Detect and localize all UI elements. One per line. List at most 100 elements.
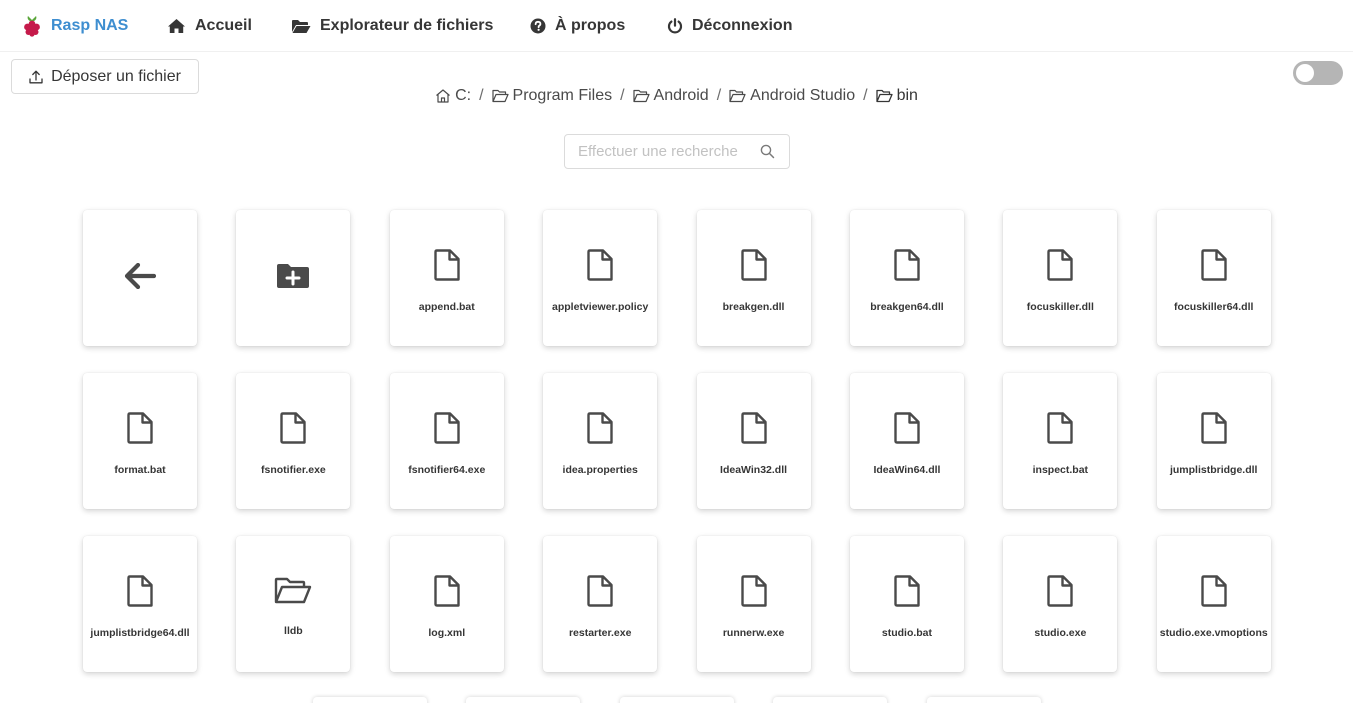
breadcrumb: C: / Program Files / Android / Android S… [0, 84, 1353, 108]
file-icon [894, 575, 920, 612]
breadcrumb-label: C: [455, 87, 472, 104]
file-icon [894, 249, 920, 286]
breadcrumb-item-android-studio[interactable]: Android Studio [729, 87, 855, 105]
file-icon [587, 249, 613, 286]
file-card[interactable]: log.xml [389, 536, 504, 672]
search-input[interactable] [565, 135, 750, 168]
breadcrumb-separator: / [620, 87, 625, 104]
file-card[interactable]: jumplistbridge.dll [1156, 373, 1271, 509]
file-icon [587, 575, 613, 612]
home-icon [436, 89, 450, 103]
file-card[interactable]: format.bat [83, 373, 197, 509]
file-name: format.bat [114, 464, 166, 476]
file-card[interactable] [927, 697, 1041, 703]
file-card[interactable]: breakgen.dll [696, 210, 811, 346]
file-name: fsnotifier64.exe [408, 464, 486, 476]
file-name: appletviewer.policy [552, 301, 649, 313]
folder-card[interactable]: lldb [236, 536, 351, 672]
file-icon [894, 412, 920, 449]
nav-home[interactable]: Accueil [167, 0, 252, 52]
file-card[interactable]: IdeaWin64.dll [849, 373, 964, 509]
file-name: IdeaWin64.dll [873, 464, 941, 476]
file-card[interactable]: focuskiller.dll [1003, 210, 1118, 346]
nav-brand[interactable]: Rasp NAS [22, 0, 128, 52]
file-card[interactable]: focuskiller64.dll [1156, 210, 1271, 346]
breadcrumb-item-android[interactable]: Android [632, 87, 709, 105]
question-circle-icon [530, 18, 546, 34]
folder-open-icon [491, 89, 509, 103]
file-name: breakgen64.dll [870, 301, 944, 313]
file-card[interactable]: fsnotifier.exe [236, 373, 351, 509]
file-name: focuskiller64.dll [1174, 301, 1254, 313]
next-row-partial [0, 697, 1353, 703]
file-card[interactable]: studio.exe [1003, 536, 1118, 672]
theme-toggle[interactable] [1293, 61, 1343, 85]
folder-open-icon [729, 89, 746, 103]
file-card[interactable]: runnerw.exe [696, 536, 811, 672]
breadcrumb-separator: / [863, 87, 868, 104]
file-icon [434, 575, 460, 612]
file-card[interactable] [466, 697, 580, 703]
file-card[interactable]: breakgen64.dll [849, 210, 964, 346]
file-card[interactable]: idea.properties [543, 373, 658, 509]
nav-logout-label: Déconnexion [692, 17, 793, 34]
file-icon [740, 412, 767, 449]
nav-about[interactable]: À propos [530, 0, 625, 52]
file-name: fsnotifier.exe [261, 464, 326, 476]
file-card[interactable]: inspect.bat [1003, 373, 1118, 509]
folder-open-icon [292, 19, 311, 33]
file-name: log.xml [428, 627, 466, 639]
file-name: jumplistbridge.dll [1169, 464, 1258, 476]
file-card[interactable] [313, 697, 427, 703]
breadcrumb-item-bin[interactable]: bin [875, 87, 918, 105]
nav-about-label: À propos [555, 17, 626, 34]
file-grid: append.bat appletviewer.policy breakgen.dl… [83, 210, 1273, 672]
file-card[interactable] [620, 697, 734, 703]
back-button[interactable] [83, 210, 197, 346]
breadcrumb-item-root[interactable]: C: [435, 87, 471, 105]
file-card[interactable]: studio.bat [849, 536, 964, 672]
file-name: append.bat [418, 301, 475, 313]
file-name: runnerw.exe [722, 627, 785, 639]
file-name: focuskiller.dll [1026, 301, 1094, 313]
breadcrumb-label: Program Files [512, 87, 613, 104]
file-icon [1047, 575, 1074, 612]
file-name: IdeaWin32.dll [720, 464, 788, 476]
file-icon [127, 412, 153, 449]
file-icon [434, 412, 460, 449]
file-icon [740, 249, 767, 286]
file-icon [127, 575, 153, 612]
nav-logout[interactable]: Déconnexion [667, 0, 792, 52]
file-name: idea.properties [562, 464, 638, 476]
file-icon [587, 412, 613, 449]
breadcrumb-item-program-files[interactable]: Program Files [491, 87, 613, 105]
file-card[interactable]: fsnotifier64.exe [389, 373, 504, 509]
file-icon [1201, 575, 1227, 612]
breadcrumb-label: Android [653, 87, 709, 104]
file-name: restarter.exe [568, 627, 632, 639]
breadcrumb-label: Android Studio [750, 87, 856, 104]
folder-open-icon [875, 89, 893, 103]
file-name: lldb [284, 625, 303, 637]
file-card[interactable]: append.bat [389, 210, 504, 346]
file-icon [1201, 412, 1227, 449]
file-name: studio.bat [881, 627, 933, 639]
folder-open-icon [632, 89, 650, 103]
file-card[interactable]: IdeaWin32.dll [696, 373, 811, 509]
file-card[interactable]: studio.exe.vmoptions [1156, 536, 1271, 672]
new-folder-button[interactable] [236, 210, 351, 346]
raspberry-logo-icon [24, 16, 40, 37]
file-card[interactable] [773, 697, 887, 703]
search-icon[interactable] [760, 144, 775, 159]
brand-label: Rasp NAS [51, 17, 129, 34]
file-icon [1047, 412, 1074, 449]
file-icon [280, 412, 307, 449]
nav-explorer[interactable]: Explorateur de fichiers [291, 0, 493, 52]
file-card[interactable]: restarter.exe [543, 536, 658, 672]
file-card[interactable]: jumplistbridge64.dll [83, 536, 197, 672]
toggle-knob [1296, 64, 1314, 82]
file-icon [1201, 249, 1227, 286]
file-icon [1047, 249, 1074, 286]
file-name: jumplistbridge64.dll [90, 627, 190, 639]
file-card[interactable]: appletviewer.policy [543, 210, 658, 346]
